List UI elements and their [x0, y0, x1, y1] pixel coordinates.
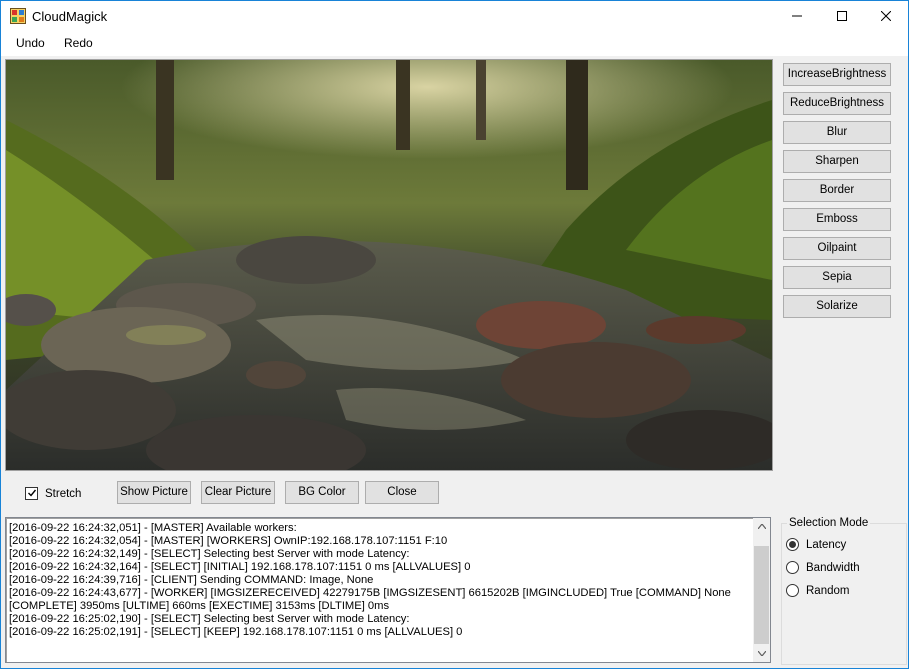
blur-button[interactable]: Blur — [783, 121, 891, 144]
log-line: [2016-09-22 16:24:32,054] - [MASTER] [WO… — [9, 535, 448, 547]
clear-picture-button[interactable]: Clear Picture — [201, 481, 275, 504]
maximize-icon — [837, 11, 847, 21]
log-line: [2016-09-22 16:24:32,149] - [SELECT] Sel… — [9, 548, 410, 560]
scroll-down-button[interactable] — [753, 645, 770, 662]
stretch-checkbox-row[interactable]: Stretch — [25, 486, 81, 500]
log-textbox[interactable]: [2016-09-22 16:24:32,051] - [MASTER] Ava… — [5, 517, 771, 663]
log-scrollbar[interactable] — [753, 518, 770, 662]
border-button[interactable]: Border — [783, 179, 891, 202]
radio-label-latency: Latency — [806, 538, 847, 551]
menu-undo[interactable]: Undo — [16, 36, 45, 50]
oilpaint-button[interactable]: Oilpaint — [783, 237, 891, 260]
radio-button[interactable] — [786, 538, 799, 551]
picture-box — [5, 59, 773, 471]
radio-bandwidth[interactable]: Bandwidth — [786, 561, 860, 574]
bg-color-button[interactable]: BG Color — [285, 481, 359, 504]
log-line: [2016-09-22 16:24:39,716] - [CLIENT] Sen… — [9, 574, 374, 586]
radio-random[interactable]: Random — [786, 584, 849, 597]
app-icon — [10, 8, 26, 24]
menu-bar: Undo Redo — [1, 31, 908, 56]
radio-label-random: Random — [806, 584, 850, 597]
close-window-button[interactable] — [863, 1, 908, 31]
app-window: CloudMagick Undo Redo IncreaseBrightness… — [0, 0, 909, 669]
sharpen-button[interactable]: Sharpen — [783, 150, 891, 173]
chevron-down-icon — [757, 651, 766, 656]
scroll-up-button[interactable] — [753, 518, 770, 535]
maximize-button[interactable] — [819, 1, 865, 31]
radio-button[interactable] — [786, 561, 799, 574]
log-line: [2016-09-22 16:24:32,164] - [SELECT] [IN… — [9, 561, 471, 573]
minimize-icon — [792, 15, 802, 17]
log-line: [2016-09-22 16:25:02,190] - [SELECT] Sel… — [9, 613, 410, 625]
stretch-checkbox[interactable] — [25, 486, 38, 500]
solarize-button[interactable]: Solarize — [783, 295, 891, 318]
radio-latency[interactable]: Latency — [786, 538, 846, 551]
menu-redo[interactable]: Redo — [64, 36, 93, 50]
log-line: [2016-09-22 16:24:32,051] - [MASTER] Ava… — [9, 522, 297, 534]
log-lines: [2016-09-22 16:24:32,051] - [MASTER] Ava… — [9, 522, 754, 639]
close-button[interactable]: Close — [365, 481, 439, 504]
radio-button[interactable] — [786, 584, 799, 597]
chevron-up-icon — [757, 524, 766, 529]
radio-selected-dot — [789, 541, 796, 548]
selection-mode-title: Selection Mode — [787, 517, 871, 529]
minimize-button[interactable] — [774, 1, 820, 31]
checkmark-icon — [27, 489, 36, 497]
increase-brightness-button[interactable]: IncreaseBrightness — [783, 63, 891, 86]
log-line: [COMPLETE] 3950ms [ULTIME] 660ms [EXECTI… — [9, 600, 390, 612]
sepia-button[interactable]: Sepia — [783, 266, 891, 289]
radio-label-bandwidth: Bandwidth — [806, 561, 860, 574]
photo-image — [6, 60, 772, 470]
scroll-thumb[interactable] — [754, 546, 769, 644]
window-title: CloudMagick — [32, 9, 108, 24]
log-line: [2016-09-22 16:24:43,677] - [WORKER] [IM… — [9, 587, 731, 599]
close-icon — [881, 11, 891, 21]
stretch-label: Stretch — [45, 488, 82, 500]
show-picture-button[interactable]: Show Picture — [117, 481, 191, 504]
log-line: [2016-09-22 16:25:02,191] - [SELECT] [KE… — [9, 626, 463, 638]
reduce-brightness-button[interactable]: ReduceBrightness — [783, 92, 891, 115]
emboss-button[interactable]: Emboss — [783, 208, 891, 231]
title-bar[interactable]: CloudMagick — [1, 1, 908, 31]
